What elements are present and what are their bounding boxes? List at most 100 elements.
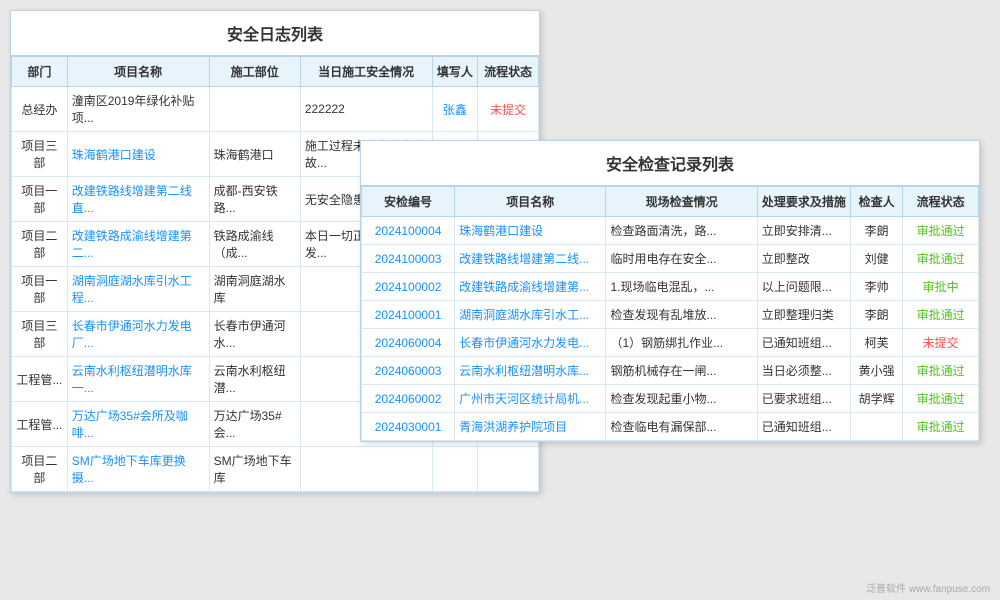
check-cell-project[interactable]: 长春市伊通河水力发电... (455, 329, 606, 357)
check-row: 2024060002广州市天河区统计局机...检查发现起重小物...已要求班组.… (362, 385, 979, 413)
check-cell-id[interactable]: 2024100004 (362, 217, 455, 245)
check-row: 2024060004长春市伊通河水力发电...（1）钢筋绑扎作业...已通知班组… (362, 329, 979, 357)
log-header-project: 项目名称 (67, 57, 209, 87)
check-cell-status: 未提交 (903, 329, 979, 357)
log-cell-site: SM广场地下车库 (209, 447, 300, 492)
check-cell-status: 审批通过 (903, 357, 979, 385)
check-header-project: 项目名称 (455, 187, 606, 217)
check-cell-inspect: 检查临电有漏保部... (606, 413, 757, 441)
check-cell-project[interactable]: 改建铁路成渝线增建第... (455, 273, 606, 301)
check-cell-checker: 李朗 (850, 217, 902, 245)
safety-check-panel: 安全检查记录列表 安检编号 项目名称 现场检查情况 处理要求及措施 检查人 流程… (360, 140, 980, 442)
log-cell-site: 珠海鹤港口 (209, 132, 300, 177)
check-cell-project[interactable]: 珠海鹤港口建设 (455, 217, 606, 245)
log-cell-site: 长春市伊通河水... (209, 312, 300, 357)
check-cell-status: 审批通过 (903, 217, 979, 245)
check-cell-checker: 李朗 (850, 301, 902, 329)
check-cell-checker: 刘健 (850, 245, 902, 273)
check-cell-inspect: 临时用电存在安全... (606, 245, 757, 273)
log-cell-project[interactable]: 改建铁路线增建第二线直... (67, 177, 209, 222)
check-cell-checker: 黄小强 (850, 357, 902, 385)
log-cell-dept: 项目一部 (12, 177, 68, 222)
log-cell-dept: 项目三部 (12, 312, 68, 357)
log-cell-site (209, 87, 300, 132)
check-cell-id[interactable]: 2024060003 (362, 357, 455, 385)
log-header-dept: 部门 (12, 57, 68, 87)
check-cell-project[interactable]: 广州市天河区统计局机... (455, 385, 606, 413)
check-cell-handle: 立即安排清... (757, 217, 850, 245)
log-cell-safety: 222222 (300, 87, 432, 132)
check-row: 2024100003改建铁路线增建第二线...临时用电存在安全...立即整改刘健… (362, 245, 979, 273)
check-cell-id[interactable]: 2024060002 (362, 385, 455, 413)
log-row: 总经办潼南区2019年绿化补贴项...222222张鑫未提交 (12, 87, 539, 132)
check-cell-handle: 当日必须整... (757, 357, 850, 385)
check-cell-project[interactable]: 改建铁路线增建第二线... (455, 245, 606, 273)
check-header-status: 流程状态 (903, 187, 979, 217)
log-cell-site: 湖南洞庭湖水库 (209, 267, 300, 312)
check-header-id: 安检编号 (362, 187, 455, 217)
log-cell-dept: 项目一部 (12, 267, 68, 312)
log-cell-dept: 项目三部 (12, 132, 68, 177)
check-cell-id[interactable]: 2024100001 (362, 301, 455, 329)
log-header-status: 流程状态 (478, 57, 539, 87)
log-cell-site: 云南水利枢纽潜... (209, 357, 300, 402)
log-cell-project[interactable]: 万达广场35#会所及咖啡... (67, 402, 209, 447)
log-cell-project[interactable]: 长春市伊通河水力发电厂... (67, 312, 209, 357)
log-cell-status (478, 447, 539, 492)
log-cell-dept: 工程管... (12, 402, 68, 447)
check-header-checker: 检查人 (850, 187, 902, 217)
check-row: 2024030001青海洪湖养护院项目检查临电有漏保部...已通知班组... 审批… (362, 413, 979, 441)
check-cell-id[interactable]: 2024100002 (362, 273, 455, 301)
log-cell-site: 成都-西安铁路... (209, 177, 300, 222)
log-cell-dept: 工程管... (12, 357, 68, 402)
log-cell-project[interactable]: 湖南洞庭湖水库引水工程... (67, 267, 209, 312)
check-row: 2024100001湖南洞庭湖水库引水工...检查发现有乱堆放...立即整理归类… (362, 301, 979, 329)
check-cell-checker: 柯芙 (850, 329, 902, 357)
check-cell-handle: 立即整理归类 (757, 301, 850, 329)
log-cell-project: 潼南区2019年绿化补贴项... (67, 87, 209, 132)
log-cell-dept: 项目二部 (12, 222, 68, 267)
check-cell-project[interactable]: 青海洪湖养护院项目 (455, 413, 606, 441)
safety-log-title: 安全日志列表 (11, 11, 539, 56)
log-cell-writer (432, 447, 478, 492)
log-header-safety: 当日施工安全情况 (300, 57, 432, 87)
check-cell-id[interactable]: 2024030001 (362, 413, 455, 441)
check-cell-inspect: 钢筋机械存在一闸... (606, 357, 757, 385)
check-cell-inspect: 检查路面清洗，路... (606, 217, 757, 245)
main-container: 安全日志列表 部门 项目名称 施工部位 当日施工安全情况 填写人 流程状态 总经… (0, 0, 1000, 600)
log-cell-project[interactable]: 珠海鹤港口建设 (67, 132, 209, 177)
log-cell-status: 未提交 (478, 87, 539, 132)
check-cell-handle: 立即整改 (757, 245, 850, 273)
log-cell-writer: 张鑫 (432, 87, 478, 132)
check-cell-inspect: 1.现场临电混乱，... (606, 273, 757, 301)
safety-check-title: 安全检查记录列表 (361, 141, 979, 186)
check-cell-inspect: 检查发现起重小物... (606, 385, 757, 413)
check-cell-handle: 以上问题限... (757, 273, 850, 301)
check-row: 2024060003云南水利枢纽潜明水库...钢筋机械存在一闸...当日必须整.… (362, 357, 979, 385)
log-cell-project[interactable]: SM广场地下车库更换摄... (67, 447, 209, 492)
check-cell-handle: 已要求班组... (757, 385, 850, 413)
check-cell-project[interactable]: 湖南洞庭湖水库引水工... (455, 301, 606, 329)
log-cell-project[interactable]: 改建铁路成渝线增建第二... (67, 222, 209, 267)
check-cell-status: 审批通过 (903, 245, 979, 273)
log-cell-project[interactable]: 云南水利枢纽潜明水库一... (67, 357, 209, 402)
check-cell-id[interactable]: 2024100003 (362, 245, 455, 273)
safety-check-table: 安检编号 项目名称 现场检查情况 处理要求及措施 检查人 流程状态 202410… (361, 186, 979, 441)
check-cell-handle: 已通知班组... (757, 329, 850, 357)
check-header-inspect: 现场检查情况 (606, 187, 757, 217)
log-cell-dept: 项目二部 (12, 447, 68, 492)
check-row: 2024100004珠海鹤港口建设检查路面清洗，路...立即安排清...李朗审批… (362, 217, 979, 245)
check-cell-handle: 已通知班组... (757, 413, 850, 441)
check-cell-project[interactable]: 云南水利枢纽潜明水库... (455, 357, 606, 385)
check-header-handle: 处理要求及措施 (757, 187, 850, 217)
check-cell-status: 审批通过 (903, 385, 979, 413)
log-header-site: 施工部位 (209, 57, 300, 87)
log-row: 项目二部SM广场地下车库更换摄...SM广场地下车库 (12, 447, 539, 492)
check-cell-status: 审批通过 (903, 413, 979, 441)
check-cell-status: 审批通过 (903, 301, 979, 329)
log-cell-site: 铁路成渝线（成... (209, 222, 300, 267)
log-cell-site: 万达广场35#会... (209, 402, 300, 447)
check-row: 2024100002改建铁路成渝线增建第...1.现场临电混乱，...以上问题限… (362, 273, 979, 301)
log-header-writer: 填写人 (432, 57, 478, 87)
check-cell-id[interactable]: 2024060004 (362, 329, 455, 357)
